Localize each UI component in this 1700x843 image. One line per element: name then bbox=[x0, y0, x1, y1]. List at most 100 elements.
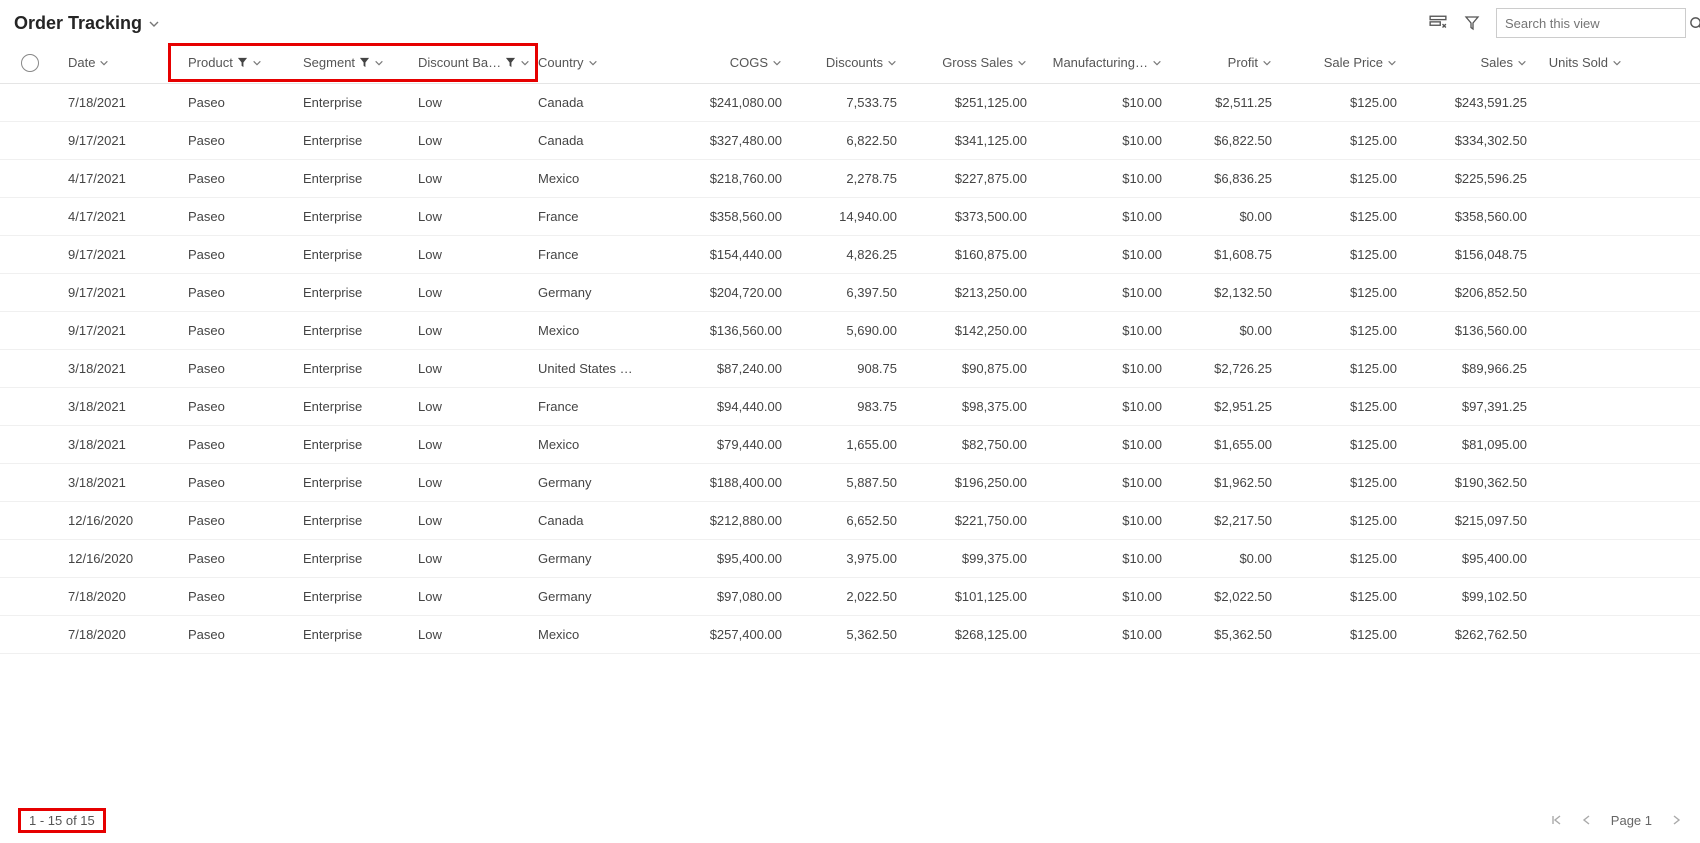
cell-discounts: 908.75 bbox=[790, 361, 905, 376]
cell-sales: $215,097.50 bbox=[1405, 513, 1535, 528]
funnel-icon bbox=[237, 57, 248, 68]
cell-country: Mexico bbox=[530, 171, 660, 186]
cell-sales: $225,596.25 bbox=[1405, 171, 1535, 186]
table-row[interactable]: 3/18/2021PaseoEnterpriseLowUnited States… bbox=[0, 350, 1700, 388]
cell-profit: $5,362.50 bbox=[1170, 627, 1280, 642]
col-header-gross-sales[interactable]: Gross Sales bbox=[905, 55, 1035, 70]
table-row[interactable]: 9/17/2021PaseoEnterpriseLowFrance$154,44… bbox=[0, 236, 1700, 274]
view-selector[interactable]: Order Tracking bbox=[14, 13, 158, 34]
cell-product: Paseo bbox=[180, 437, 295, 452]
cell-segment: Enterprise bbox=[295, 133, 410, 148]
cell-sale-price: $125.00 bbox=[1280, 285, 1405, 300]
chevron-down-icon bbox=[1262, 58, 1272, 68]
filter-button[interactable] bbox=[1462, 13, 1482, 33]
chevron-down-icon bbox=[520, 58, 530, 68]
cell-sales: $95,400.00 bbox=[1405, 551, 1535, 566]
cell-cogs: $97,080.00 bbox=[660, 589, 790, 604]
cell-sales: $243,591.25 bbox=[1405, 95, 1535, 110]
cell-product: Paseo bbox=[180, 475, 295, 490]
cell-product: Paseo bbox=[180, 323, 295, 338]
cell-country: Mexico bbox=[530, 323, 660, 338]
cell-manufacturing: $10.00 bbox=[1035, 399, 1170, 414]
cell-profit: $6,822.50 bbox=[1170, 133, 1280, 148]
col-header-sale-price[interactable]: Sale Price bbox=[1280, 55, 1405, 70]
cell-cogs: $257,400.00 bbox=[660, 627, 790, 642]
cell-gross-sales: $160,875.00 bbox=[905, 247, 1035, 262]
cell-sales: $358,560.00 bbox=[1405, 209, 1535, 224]
table-row[interactable]: 9/17/2021PaseoEnterpriseLowMexico$136,56… bbox=[0, 312, 1700, 350]
cell-sale-price: $125.00 bbox=[1280, 589, 1405, 604]
cell-country: Canada bbox=[530, 513, 660, 528]
cell-profit: $2,951.25 bbox=[1170, 399, 1280, 414]
col-header-discount-band[interactable]: Discount Ba… bbox=[410, 55, 530, 70]
cell-country: Mexico bbox=[530, 437, 660, 452]
cell-segment: Enterprise bbox=[295, 323, 410, 338]
table-row[interactable]: 3/18/2021PaseoEnterpriseLowMexico$79,440… bbox=[0, 426, 1700, 464]
pager-next-button[interactable] bbox=[1670, 814, 1682, 826]
cell-profit: $2,132.50 bbox=[1170, 285, 1280, 300]
cell-gross-sales: $99,375.00 bbox=[905, 551, 1035, 566]
table-row[interactable]: 9/17/2021PaseoEnterpriseLowCanada$327,48… bbox=[0, 122, 1700, 160]
cell-sale-price: $125.00 bbox=[1280, 399, 1405, 414]
cell-profit: $6,836.25 bbox=[1170, 171, 1280, 186]
col-header-units-sold[interactable]: Units Sold bbox=[1535, 55, 1630, 70]
search-box[interactable] bbox=[1496, 8, 1686, 38]
cell-profit: $1,962.50 bbox=[1170, 475, 1280, 490]
col-header-manufacturing[interactable]: Manufacturing… bbox=[1035, 55, 1170, 70]
cell-manufacturing: $10.00 bbox=[1035, 437, 1170, 452]
cell-sales: $97,391.25 bbox=[1405, 399, 1535, 414]
edit-columns-button[interactable] bbox=[1428, 13, 1448, 33]
col-header-units-sold-label: Units Sold bbox=[1549, 55, 1608, 70]
table-row[interactable]: 4/17/2021PaseoEnterpriseLowFrance$358,56… bbox=[0, 198, 1700, 236]
col-header-profit[interactable]: Profit bbox=[1170, 55, 1280, 70]
cell-discounts: 5,887.50 bbox=[790, 475, 905, 490]
cell-discount-band: Low bbox=[410, 551, 530, 566]
cell-manufacturing: $10.00 bbox=[1035, 513, 1170, 528]
col-header-product[interactable]: Product bbox=[180, 55, 295, 70]
grid-header-row: Date Product Segment Discount Ba… Countr… bbox=[0, 42, 1700, 84]
pager-first-button[interactable] bbox=[1551, 814, 1563, 826]
chevron-down-icon bbox=[374, 58, 384, 68]
cell-segment: Enterprise bbox=[295, 209, 410, 224]
cell-sale-price: $125.00 bbox=[1280, 247, 1405, 262]
table-row[interactable]: 7/18/2021PaseoEnterpriseLowCanada$241,08… bbox=[0, 84, 1700, 122]
table-row[interactable]: 7/18/2020PaseoEnterpriseLowMexico$257,40… bbox=[0, 616, 1700, 654]
search-input[interactable] bbox=[1505, 16, 1681, 31]
funnel-icon bbox=[359, 57, 370, 68]
cell-profit: $0.00 bbox=[1170, 551, 1280, 566]
col-header-sales[interactable]: Sales bbox=[1405, 55, 1535, 70]
table-row[interactable]: 3/18/2021PaseoEnterpriseLowGermany$188,4… bbox=[0, 464, 1700, 502]
col-header-discounts[interactable]: Discounts bbox=[790, 55, 905, 70]
cell-product: Paseo bbox=[180, 247, 295, 262]
funnel-icon bbox=[505, 57, 516, 68]
pager-prev-button[interactable] bbox=[1581, 814, 1593, 826]
table-row[interactable]: 9/17/2021PaseoEnterpriseLowGermany$204,7… bbox=[0, 274, 1700, 312]
cell-product: Paseo bbox=[180, 551, 295, 566]
col-header-country[interactable]: Country bbox=[530, 55, 660, 70]
select-all-radio[interactable] bbox=[21, 54, 39, 72]
col-header-date[interactable]: Date bbox=[60, 55, 180, 70]
cell-product: Paseo bbox=[180, 513, 295, 528]
select-all-cell bbox=[0, 54, 60, 72]
table-row[interactable]: 12/16/2020PaseoEnterpriseLowGermany$95,4… bbox=[0, 540, 1700, 578]
cell-gross-sales: $268,125.00 bbox=[905, 627, 1035, 642]
cell-discount-band: Low bbox=[410, 285, 530, 300]
cell-date: 7/18/2020 bbox=[60, 589, 180, 604]
col-header-cogs[interactable]: COGS bbox=[660, 55, 790, 70]
table-row[interactable]: 3/18/2021PaseoEnterpriseLowFrance$94,440… bbox=[0, 388, 1700, 426]
table-row[interactable]: 12/16/2020PaseoEnterpriseLowCanada$212,8… bbox=[0, 502, 1700, 540]
cell-product: Paseo bbox=[180, 399, 295, 414]
cell-date: 7/18/2021 bbox=[60, 95, 180, 110]
cell-country: Germany bbox=[530, 475, 660, 490]
table-row[interactable]: 7/18/2020PaseoEnterpriseLowGermany$97,08… bbox=[0, 578, 1700, 616]
col-header-segment[interactable]: Segment bbox=[295, 55, 410, 70]
cell-cogs: $94,440.00 bbox=[660, 399, 790, 414]
cell-manufacturing: $10.00 bbox=[1035, 95, 1170, 110]
cell-manufacturing: $10.00 bbox=[1035, 475, 1170, 490]
cell-date: 12/16/2020 bbox=[60, 513, 180, 528]
cell-gross-sales: $196,250.00 bbox=[905, 475, 1035, 490]
cell-discounts: 2,022.50 bbox=[790, 589, 905, 604]
cell-discounts: 3,975.00 bbox=[790, 551, 905, 566]
cell-cogs: $79,440.00 bbox=[660, 437, 790, 452]
table-row[interactable]: 4/17/2021PaseoEnterpriseLowMexico$218,76… bbox=[0, 160, 1700, 198]
